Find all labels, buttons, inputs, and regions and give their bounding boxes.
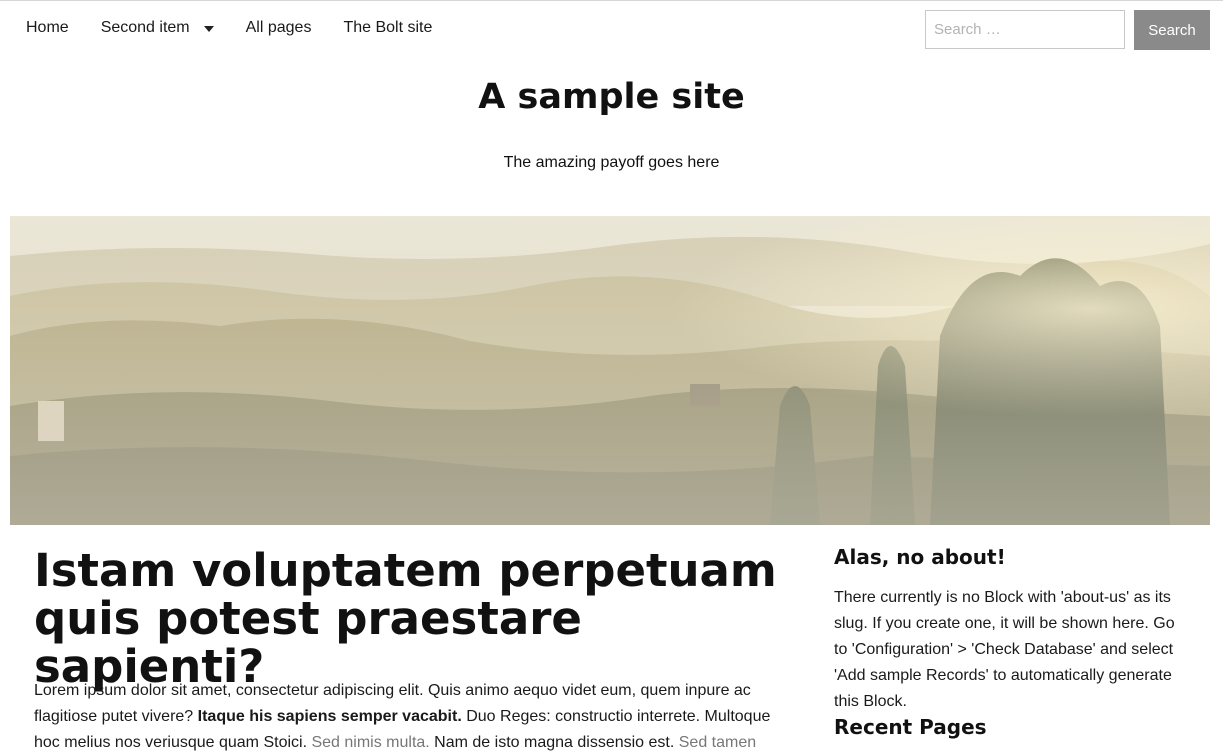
nav-item-label: The Bolt site bbox=[343, 19, 433, 36]
nav-item-second-item[interactable]: Second item bbox=[101, 19, 214, 37]
site-title[interactable]: A sample site bbox=[0, 77, 1223, 117]
nav-item-all-pages[interactable]: All pages bbox=[246, 19, 312, 37]
about-heading: Alas, no about! bbox=[834, 545, 1006, 569]
nav-item-label: Home bbox=[26, 19, 69, 36]
article-title[interactable]: Istam voluptatem perpetuam quis potest p… bbox=[34, 547, 804, 691]
top-bar: Home Second item All pages The Bolt site… bbox=[0, 1, 1223, 57]
caret-down-icon[interactable] bbox=[203, 26, 214, 32]
about-text: There currently is no Block with 'about-… bbox=[834, 589, 1175, 710]
recent-pages-heading: Recent Pages bbox=[834, 715, 987, 739]
nav-item-home[interactable]: Home bbox=[26, 19, 69, 37]
main-nav: Home Second item All pages The Bolt site bbox=[26, 19, 464, 37]
nav-item-label: All pages bbox=[245, 19, 312, 36]
nav-item-bolt-site[interactable]: The Bolt site bbox=[343, 19, 432, 37]
article-body: Lorem ipsum dolor sit amet, consectetur … bbox=[34, 678, 794, 756]
search-input[interactable] bbox=[925, 10, 1125, 49]
hero-image bbox=[10, 216, 1210, 525]
search-button[interactable]: Search bbox=[1134, 10, 1210, 50]
site-payoff: The amazing payoff goes here bbox=[503, 154, 720, 171]
nav-item-label: Second item bbox=[100, 19, 190, 36]
article-bold-text: Itaque his sapiens semper vacabit. bbox=[197, 708, 462, 725]
sidebar: Alas, no about! There currently is no Bl… bbox=[834, 545, 1194, 739]
